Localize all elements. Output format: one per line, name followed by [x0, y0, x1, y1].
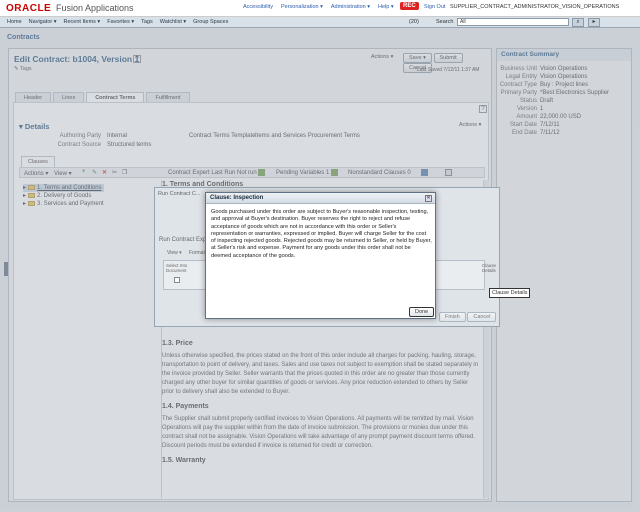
- nav-recent-items[interactable]: Recent Items ▾: [64, 17, 101, 28]
- personalization-menu[interactable]: Personalization ▾: [281, 4, 323, 10]
- nav-watchlist[interactable]: Watchlist ▾: [160, 17, 186, 28]
- global-header: ORACLE Fusion Applications Accessibility…: [0, 0, 640, 17]
- global-links: Accessibility Personalization ▾ Administra…: [243, 4, 402, 10]
- nav-navigator[interactable]: Navigator ▾: [29, 17, 57, 28]
- clause-text: Goods purchased under this order are sub…: [211, 209, 432, 259]
- run-expert-view-menu[interactable]: View ▾: [167, 250, 182, 256]
- nav-tags[interactable]: Tags: [141, 17, 153, 28]
- sign-out-link[interactable]: Sign Out: [424, 4, 445, 10]
- column-select-into-document: Select Into Document: [166, 263, 188, 273]
- user-name: SUPPLIER_CONTRACT_ADMINISTRATOR_VISION_O…: [450, 4, 620, 10]
- done-button[interactable]: Done: [409, 307, 435, 317]
- search-label: Search: [436, 19, 454, 25]
- select-checkbox[interactable]: [174, 277, 180, 283]
- close-icon[interactable]: ✕: [425, 195, 432, 202]
- rec-badge: REC: [400, 2, 419, 10]
- run-expert-title: Run Contract Exp...: [159, 237, 212, 243]
- run-expert-subtitle: Run Contract C...: [158, 191, 201, 197]
- clause-inspection-dialog: Clause: Inspection ✕ Goods purchased und…: [205, 192, 436, 319]
- clause-details-tooltip: Clause Details: [489, 288, 531, 298]
- nav-favorites[interactable]: Favorites ▾: [107, 17, 134, 28]
- help-menu[interactable]: Help ▾: [378, 4, 394, 10]
- search-icon[interactable]: ⌕: [572, 18, 584, 27]
- nav-group-spaces[interactable]: Group Spaces: [193, 17, 228, 28]
- column-clause-details: Clause Details: [482, 263, 497, 273]
- administration-menu[interactable]: Administration ▾: [331, 4, 370, 10]
- oracle-logo: ORACLE: [6, 3, 52, 14]
- advanced-search-icon[interactable]: ▸: [588, 18, 600, 27]
- nav-home[interactable]: Home: [7, 17, 22, 28]
- finish-button[interactable]: Finish: [439, 312, 466, 322]
- accessibility-link[interactable]: Accessibility: [243, 4, 273, 10]
- search-scope-select[interactable]: All: [457, 18, 569, 26]
- run-expert-cancel-button[interactable]: Cancel: [467, 312, 497, 322]
- dialog-title: Clause: Inspection: [206, 193, 435, 204]
- app-title: Fusion Applications: [56, 3, 134, 13]
- notification-count[interactable]: (20): [409, 19, 419, 25]
